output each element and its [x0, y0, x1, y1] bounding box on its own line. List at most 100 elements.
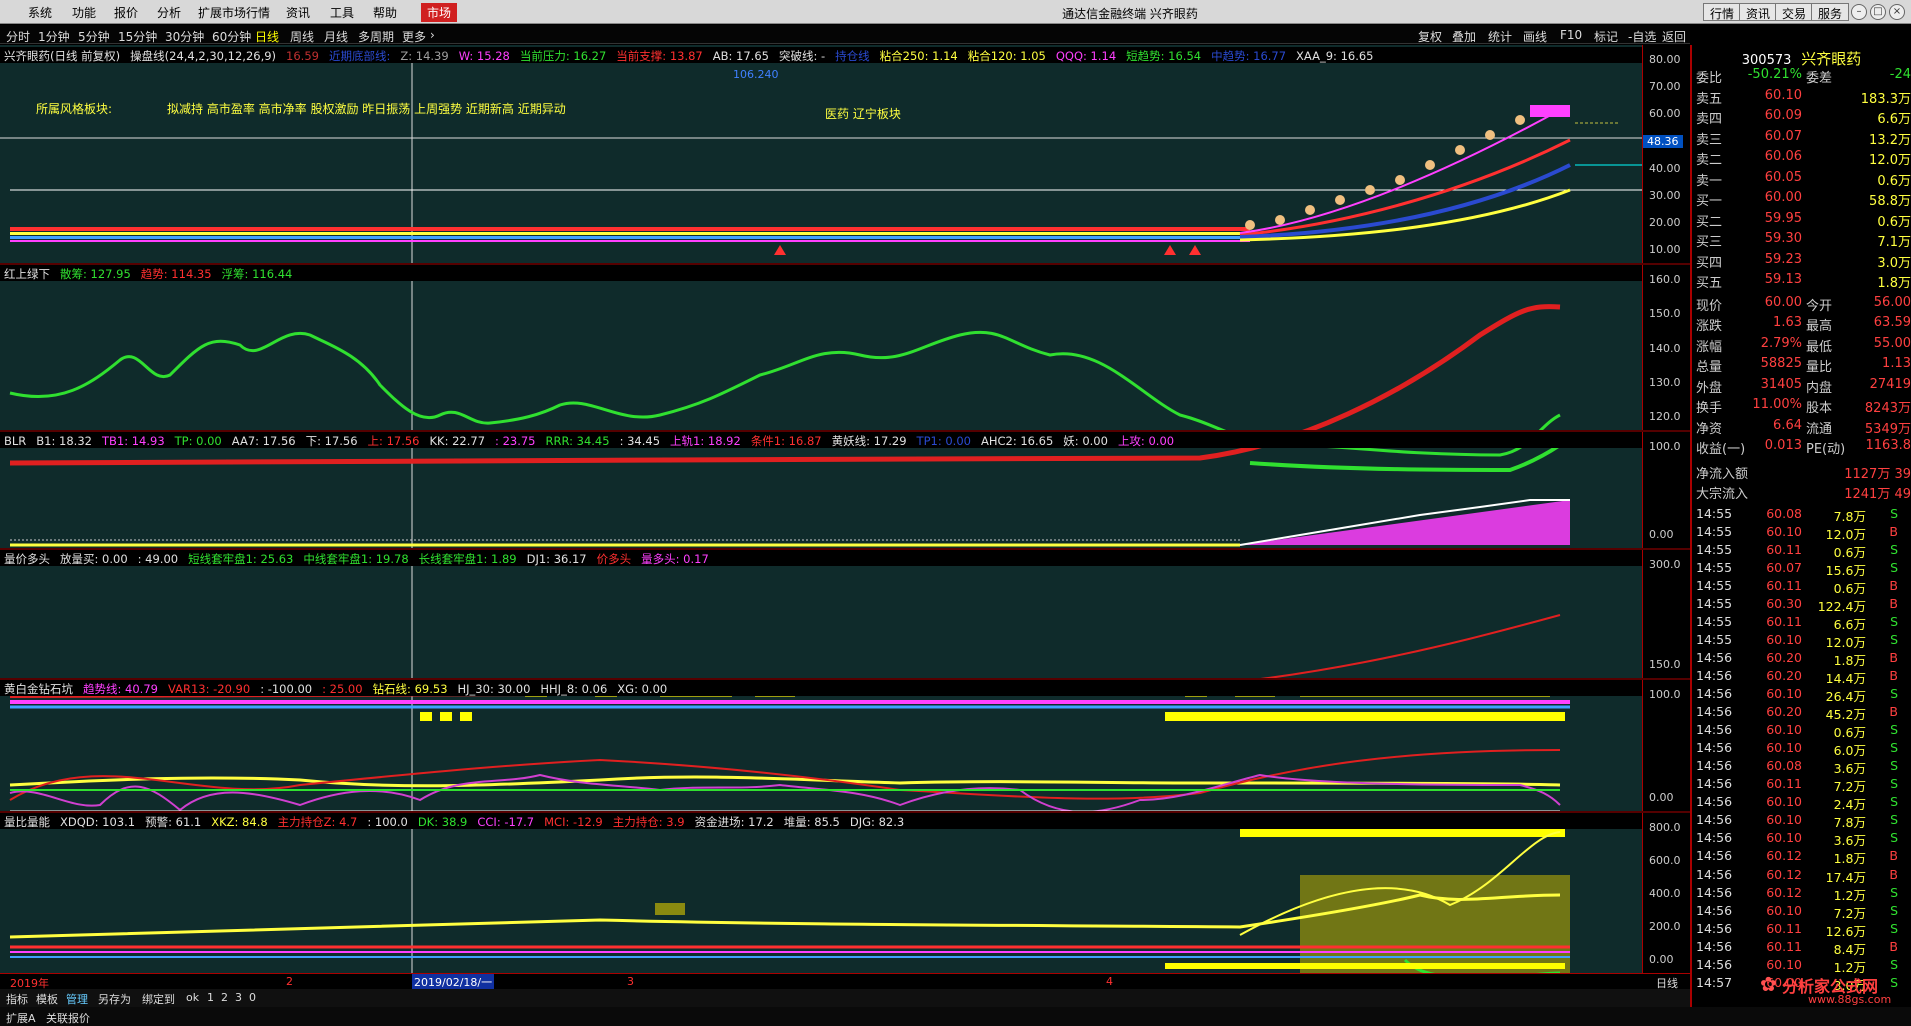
indicator-value: 短线套牢盘1: 25.63	[188, 552, 294, 566]
period-tab[interactable]: 15分钟	[118, 28, 157, 45]
draw-button[interactable]: 画线	[1523, 28, 1547, 45]
menu-tools[interactable]: 工具	[330, 4, 354, 21]
overlay-button[interactable]: 叠加	[1452, 28, 1476, 45]
period-tab[interactable]: 分时	[6, 28, 30, 45]
minimize-icon[interactable]: –	[1851, 4, 1867, 20]
y-axis-blr: 100.0 0.00	[1642, 432, 1690, 548]
period-tab[interactable]: 30分钟	[165, 28, 204, 45]
period-tab[interactable]: 60分钟	[212, 28, 251, 45]
tick-price: 60.08	[1766, 505, 1802, 521]
indicator-value: 上攻: 0.00	[1117, 434, 1175, 448]
industry-tags: 医药 辽宁板块	[825, 107, 901, 121]
indicator-value: 兴齐眼药(日线 前复权)	[4, 49, 121, 63]
quote-value: 13.2万	[1869, 132, 1911, 148]
menu-analysis[interactable]: 分析	[157, 4, 181, 21]
quote-label: 买一	[1696, 194, 1723, 209]
quote-button[interactable]: 行情	[1703, 3, 1742, 21]
period-tab-active[interactable]: 日线	[255, 28, 279, 45]
axis-tick-label: 100.0	[1649, 688, 1681, 701]
quote-label: 今开	[1806, 298, 1833, 314]
tick-volume: 6.6万	[1833, 616, 1866, 632]
band-yellow	[10, 232, 1250, 235]
tick-volume: 1.8万	[1833, 851, 1866, 867]
menu-bar: 系统 功能 报价 分析 扩展市场行情 资讯 工具 帮助 市场 通达信金融终端 兴…	[0, 0, 1911, 24]
period-tab[interactable]: 多周期	[358, 28, 394, 45]
tab-indicator[interactable]: 指标	[6, 991, 28, 1007]
period-tab[interactable]: 月线	[324, 28, 348, 45]
indicator-value: 散筹: 127.95	[60, 267, 131, 281]
indicator-value: 近期底部线:	[328, 49, 391, 63]
indicator-value: 主力持仓Z: 4.7	[277, 815, 358, 829]
stats-button[interactable]: 统计	[1488, 28, 1512, 45]
quote-value: 11.00%	[1752, 397, 1802, 412]
back-button[interactable]: 返回	[1662, 28, 1686, 45]
stat-row: 净资 6.64 流通 5349万	[1696, 418, 1911, 437]
tab-manage[interactable]: 管理	[66, 991, 88, 1007]
bid-row: 买四 59.23 3.0万	[1696, 252, 1911, 271]
stock-header: 300573 兴齐眼药	[1692, 45, 1911, 68]
adjust-button[interactable]: 复权	[1418, 28, 1442, 45]
market-button[interactable]: 市场	[421, 3, 458, 22]
ljdt-yellow-blocks	[420, 712, 1565, 721]
tab-ok[interactable]: ok	[186, 991, 199, 1004]
axis-tick-label: 0.00	[1649, 528, 1674, 541]
tick-side: B	[1889, 667, 1898, 683]
indicator-value: 妖: 0.00	[1063, 434, 1108, 448]
indicator-value: AB: 17.65	[712, 49, 769, 63]
watchlist-button[interactable]: -自选	[1628, 28, 1656, 45]
tab-3[interactable]: 3	[235, 991, 242, 1004]
axis-tick-label: 160.0	[1649, 273, 1681, 286]
period-tab[interactable]: 1分钟	[38, 28, 70, 45]
tab-save-as[interactable]: 另存为	[98, 991, 131, 1007]
indicator-value: 粘合250: 1.14	[879, 49, 958, 63]
chevron-right-icon[interactable]: ›	[430, 28, 435, 42]
period-tab[interactable]: 周线	[290, 28, 314, 45]
quote-value: 60.00	[1764, 294, 1802, 310]
f10-button[interactable]: F10	[1560, 28, 1582, 42]
menu-system[interactable]: 系统	[28, 4, 52, 21]
service-button[interactable]: 服务	[1811, 3, 1850, 21]
tab-template[interactable]: 模板	[36, 991, 58, 1007]
indicator-value: AHC2: 16.65	[980, 434, 1054, 448]
style-tags: 拟减持 高市盈率 高市净率 股权激励 昨日振荡 上周强势 近期新高 近期异动	[167, 102, 566, 116]
stock-code: 300573	[1741, 53, 1792, 68]
y-axis-hbjzsk: 100.0 0.00	[1642, 680, 1690, 811]
tick-time: 14:56	[1696, 704, 1733, 720]
axis-tick-label: 0.00	[1649, 791, 1674, 804]
status-extended[interactable]: 扩展A	[6, 1010, 36, 1026]
tab-bind-to[interactable]: 绑定到	[142, 991, 175, 1007]
tab-2[interactable]: 2	[221, 991, 228, 1004]
tick-row: 14:56 60.10 2.4万 S	[1696, 794, 1911, 812]
trade-button[interactable]: 交易	[1775, 3, 1814, 21]
menu-function[interactable]: 功能	[72, 4, 96, 21]
indicator-value: 上轨1: 18.92	[670, 434, 741, 448]
quote-value: 6.6万	[1877, 112, 1911, 127]
quote-label: 卖一	[1696, 173, 1723, 189]
tick-time: 14:56	[1696, 776, 1733, 792]
period-tab-more[interactable]: 更多	[402, 28, 426, 45]
tick-time: 14:56	[1696, 902, 1733, 918]
menu-news[interactable]: 资讯	[286, 4, 310, 21]
period-tab[interactable]: 5分钟	[78, 28, 110, 45]
close-icon[interactable]: ×	[1889, 4, 1905, 20]
indicator-value: 主力持仓: 3.9	[612, 815, 685, 829]
chart-drawing[interactable]	[0, 45, 1642, 973]
band-magenta	[10, 240, 1250, 242]
quote-value: 183.3万	[1860, 91, 1911, 107]
quote-label: 买二	[1696, 214, 1723, 230]
tick-volume: 0.6万	[1833, 725, 1866, 741]
tick-time: 14:56	[1696, 884, 1733, 900]
indicator-value: TP: 0.00	[174, 434, 222, 448]
menu-help[interactable]: 帮助	[373, 4, 397, 21]
menu-quote[interactable]: 报价	[114, 4, 138, 21]
mark-button[interactable]: 标记	[1594, 28, 1618, 45]
status-related-quote[interactable]: 关联报价	[46, 1010, 90, 1026]
tab-1[interactable]: 1	[207, 991, 214, 1004]
tab-0[interactable]: 0	[249, 991, 256, 1004]
news-button[interactable]: 资讯	[1739, 3, 1778, 21]
quote-value: 1.63	[1773, 315, 1802, 330]
maximize-icon[interactable]: □	[1870, 4, 1886, 20]
menu-extended-market[interactable]: 扩展市场行情	[198, 4, 270, 21]
indicator-value: QQQ: 1.14	[1055, 49, 1117, 63]
quote-label: 收益(一)	[1696, 442, 1746, 457]
